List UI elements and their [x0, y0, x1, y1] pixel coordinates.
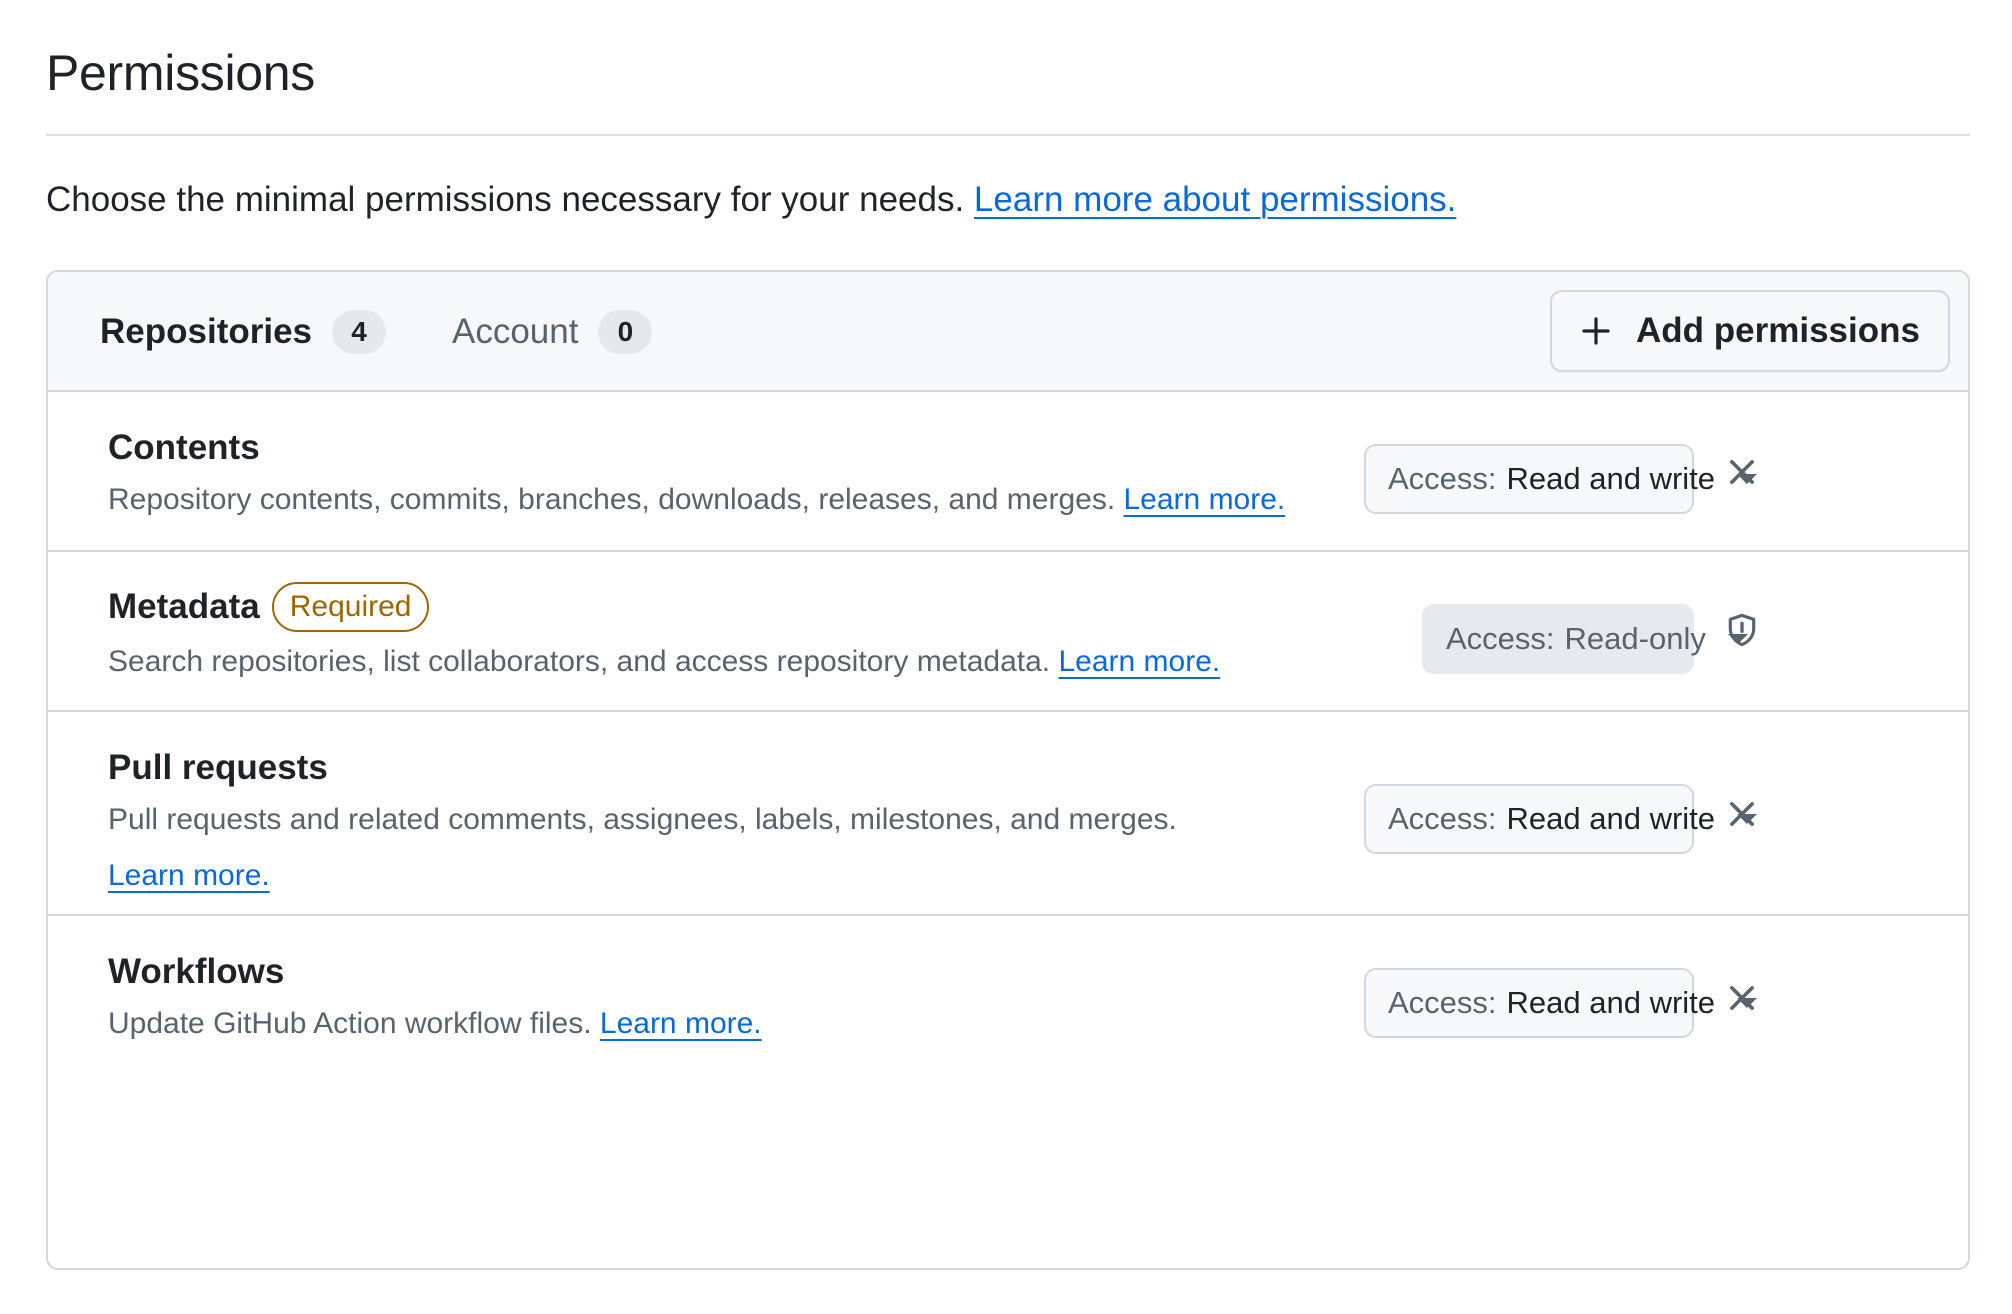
permission-description-text: Search repositories, list collaborators,… — [108, 645, 1051, 678]
access-value: Read and write — [1506, 801, 1716, 836]
access-label: Access: — [1388, 461, 1497, 496]
access-value: Read and write — [1506, 461, 1716, 496]
close-icon[interactable] — [1722, 794, 1762, 834]
title-divider — [46, 134, 1970, 136]
access-label: Access: — [1388, 801, 1497, 836]
permission-row-pull-requests: Pull requests Pull requests and related … — [48, 712, 1968, 916]
permission-row-contents: Contents Repository contents, commits, b… — [48, 392, 1968, 552]
shield-alert-icon — [1722, 610, 1762, 650]
permissions-page: Permissions Choose the minimal permissio… — [0, 0, 2012, 1314]
close-icon[interactable] — [1722, 978, 1762, 1018]
permission-row-metadata: Metadata Required Search repositories, l… — [48, 552, 1968, 712]
learn-more-link[interactable]: Learn more. — [1124, 483, 1286, 516]
learn-more-link[interactable]: Learn more. — [600, 1007, 762, 1040]
permission-title-wrap: Metadata Required — [108, 582, 430, 632]
learn-more-permissions-link[interactable]: Learn more about permissions. — [974, 180, 1456, 219]
page-title: Permissions — [46, 45, 315, 101]
permission-description: Update GitHub Action workflow files. Lea… — [108, 996, 762, 1052]
access-label: Access: — [1446, 621, 1555, 656]
permission-title: Workflows — [108, 952, 285, 991]
access-dropdown-pull-requests[interactable]: Access: Read and write — [1364, 784, 1758, 854]
access-dropdown-workflows[interactable]: Access: Read and write — [1364, 968, 1758, 1038]
permissions-panel: Repositories 4 Account 0 Add permissions… — [46, 270, 1970, 1270]
permission-description: Search repositories, list collaborators,… — [108, 634, 1220, 690]
permission-title: Contents — [108, 428, 260, 467]
tab-account-label: Account — [452, 312, 579, 351]
permission-description-text: Pull requests and related comments, assi… — [108, 803, 1177, 836]
access-value: Read-only — [1564, 621, 1706, 656]
access-label: Access: — [1388, 985, 1497, 1020]
learn-more-link[interactable]: Learn more. — [1058, 645, 1220, 678]
permission-title: Pull requests — [108, 748, 328, 787]
add-permissions-button[interactable]: Add permissions — [1550, 290, 1950, 372]
intro-text: Choose the minimal permissions necessary… — [46, 180, 1456, 220]
permission-description-text: Repository contents, commits, branches, … — [108, 483, 1116, 516]
permission-title: Metadata — [108, 587, 260, 626]
plus-icon — [1582, 317, 1610, 345]
permission-description: Pull requests and related comments, assi… — [108, 792, 1177, 904]
tab-repositories-counter: 4 — [332, 310, 386, 354]
permission-description-text: Update GitHub Action workflow files. — [108, 1007, 592, 1040]
panel-header: Repositories 4 Account 0 Add permissions — [48, 272, 1968, 392]
access-dropdown-metadata: Access: Read-only — [1422, 604, 1748, 674]
learn-more-link[interactable]: Learn more. — [108, 859, 270, 892]
required-badge: Required — [271, 582, 430, 632]
tab-account[interactable]: Account 0 — [452, 310, 653, 354]
permission-row-workflows: Workflows Update GitHub Action workflow … — [48, 916, 1968, 1076]
access-dropdown-contents[interactable]: Access: Read and write — [1364, 444, 1758, 514]
intro-description: Choose the minimal permissions necessary… — [46, 180, 965, 219]
access-value: Read and write — [1506, 985, 1716, 1020]
close-icon[interactable] — [1722, 452, 1762, 492]
add-permissions-label: Add permissions — [1636, 311, 1920, 350]
permission-description: Repository contents, commits, branches, … — [108, 472, 1285, 528]
tab-account-counter: 0 — [598, 310, 653, 354]
tab-repositories-label: Repositories — [100, 312, 312, 351]
tab-repositories[interactable]: Repositories 4 — [100, 310, 386, 354]
